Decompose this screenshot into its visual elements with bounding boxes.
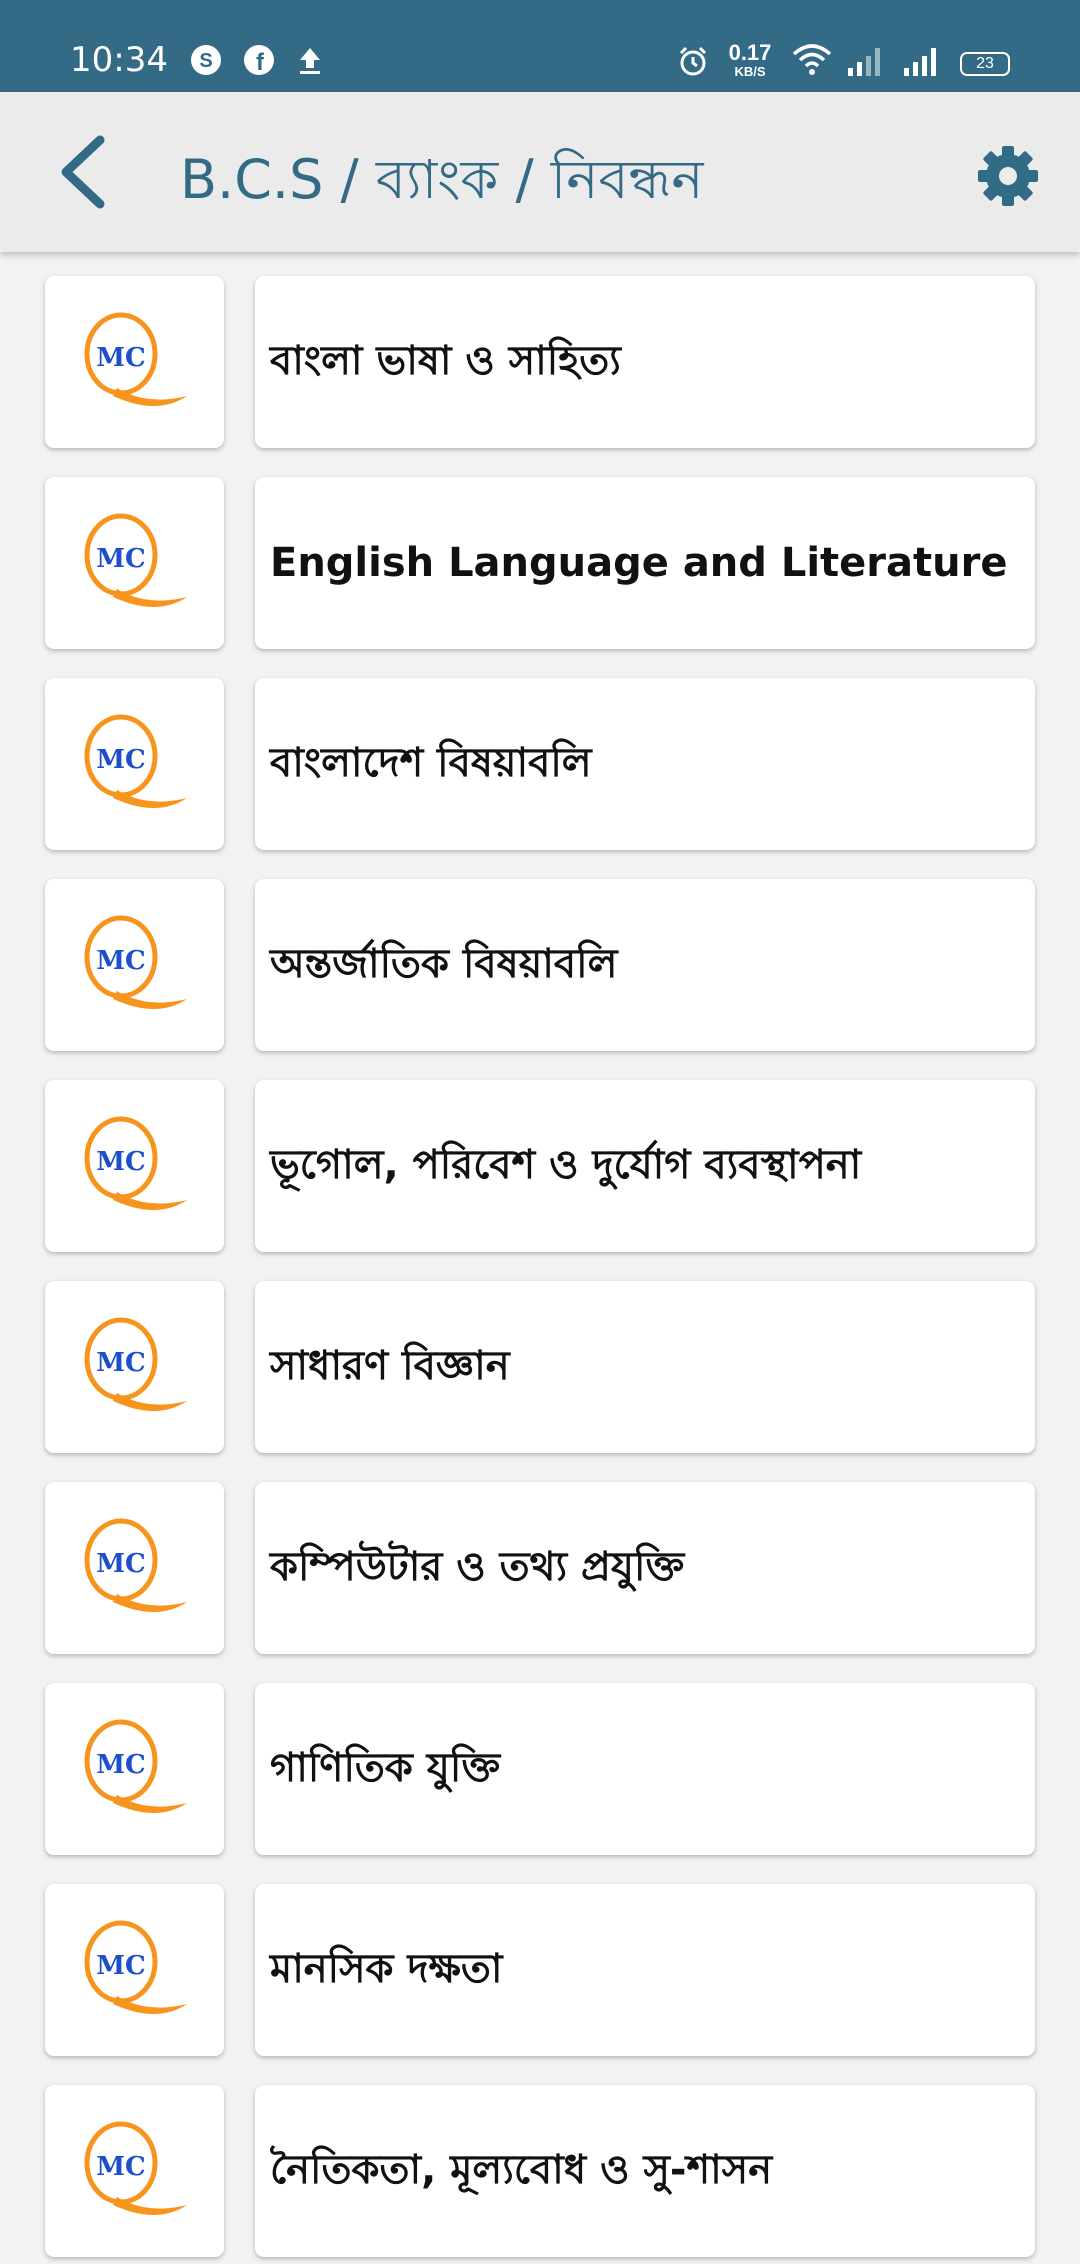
mcq-logo-icon: MC — [84, 1317, 187, 1411]
subject-row[interactable]: MC বাংলাদেশ বিষয়াবলি — [0, 678, 1080, 850]
svg-text:f: f — [256, 49, 265, 76]
skype-icon: S — [190, 44, 222, 80]
gear-icon — [978, 146, 1038, 206]
battery-indicator: 23 — [960, 52, 1010, 76]
svg-text:MC: MC — [96, 745, 145, 775]
svg-text:MC: MC — [96, 1750, 145, 1780]
signal-icon-sim1 — [846, 44, 882, 82]
mcq-logo-icon: MC — [84, 1116, 187, 1210]
subject-row[interactable]: MC মানসিক দক্ষতা — [0, 1884, 1080, 2056]
settings-button[interactable] — [972, 140, 1044, 212]
svg-text:MC: MC — [96, 544, 145, 574]
mcq-logo-icon: MC — [84, 513, 187, 607]
facebook-icon: f — [243, 44, 275, 80]
mcq-logo-card: MC — [45, 678, 224, 850]
subject-card[interactable]: বাংলা ভাষা ও সাহিত্য — [255, 276, 1035, 448]
subject-row[interactable]: MC বাংলা ভাষা ও সাহিত্য — [0, 276, 1080, 448]
net-speed-unit: KB/S — [734, 64, 766, 79]
subject-label: English Language and Literature — [270, 540, 1008, 586]
net-speed-value: 0.17 — [728, 40, 772, 65]
mcq-logo-icon: MC — [84, 1518, 187, 1612]
subject-row[interactable]: MC গাণিতিক যুক্তি — [0, 1683, 1080, 1855]
signal-icon-sim2 — [902, 44, 938, 82]
subject-label: কম্পিউটার ও তথ্য প্রযুক্তি — [270, 1543, 685, 1590]
status-bar: 10:34 S f 0.17 KB/S 23 — [0, 0, 1080, 92]
svg-text:MC: MC — [96, 343, 145, 373]
mcq-logo-card: MC — [45, 879, 224, 1051]
mcq-logo-card: MC — [45, 1281, 224, 1453]
subject-label: বাংলা ভাষা ও সাহিত্য — [270, 337, 621, 384]
mcq-logo-card: MC — [45, 477, 224, 649]
wifi-icon — [792, 42, 832, 80]
mcq-logo-card: MC — [45, 1683, 224, 1855]
subject-row[interactable]: MC অন্তর্জাতিক বিষয়াবলি — [0, 879, 1080, 1051]
mcq-logo-card: MC — [45, 1080, 224, 1252]
subject-card[interactable]: নৈতিকতা, মূল্যবোধ ও সু-শাসন — [255, 2085, 1035, 2257]
net-speed: 0.17 KB/S — [722, 40, 778, 79]
back-button[interactable] — [48, 132, 124, 212]
mcq-logo-icon: MC — [84, 312, 187, 406]
svg-text:MC: MC — [96, 946, 145, 976]
mcq-logo-card: MC — [45, 276, 224, 448]
subject-label: অন্তর্জাতিক বিষয়াবলি — [270, 940, 618, 987]
mcq-logo-icon: MC — [84, 714, 187, 808]
subject-card[interactable]: মানসিক দক্ষতা — [255, 1884, 1035, 2056]
status-time: 10:34 — [70, 40, 168, 80]
mcq-logo-icon: MC — [84, 1719, 187, 1813]
mcq-logo-card: MC — [45, 2085, 224, 2257]
mcq-logo-card: MC — [45, 1884, 224, 2056]
svg-text:MC: MC — [96, 1951, 145, 1981]
subject-card[interactable]: ভূগোল, পরিবেশ ও দুর্যোগ ব্যবস্থাপনা — [255, 1080, 1035, 1252]
svg-text:S: S — [199, 50, 212, 72]
subject-card[interactable]: বাংলাদেশ বিষয়াবলি — [255, 678, 1035, 850]
svg-text:MC: MC — [96, 2152, 145, 2182]
subject-card[interactable]: সাধারণ বিজ্ঞান — [255, 1281, 1035, 1453]
mcq-logo-icon: MC — [84, 2121, 187, 2215]
subject-row[interactable]: MC নৈতিকতা, মূল্যবোধ ও সু-শাসন — [0, 2085, 1080, 2257]
subject-card[interactable]: English Language and Literature — [255, 477, 1035, 649]
subject-row[interactable]: MC সাধারণ বিজ্ঞান — [0, 1281, 1080, 1453]
alarm-icon — [676, 44, 710, 82]
subject-row[interactable]: MC English Language and Literature — [0, 477, 1080, 649]
subject-row[interactable]: MC কম্পিউটার ও তথ্য প্রযুক্তি — [0, 1482, 1080, 1654]
chevron-left-icon — [61, 135, 105, 209]
svg-text:MC: MC — [96, 1348, 145, 1378]
mcq-logo-icon: MC — [84, 915, 187, 1009]
app-bar: B.C.S / ব্যাংক / নিবন্ধন — [0, 92, 1080, 252]
subject-label: গাণিতিক যুক্তি — [270, 1744, 501, 1791]
mcq-logo-icon: MC — [84, 1920, 187, 2014]
subject-label: মানসিক দক্ষতা — [270, 1945, 503, 1992]
subject-label: ভূগোল, পরিবেশ ও দুর্যোগ ব্যবস্থাপনা — [270, 1141, 862, 1188]
mcq-logo-card: MC — [45, 1482, 224, 1654]
subject-label: বাংলাদেশ বিষয়াবলি — [270, 739, 592, 786]
page-title: B.C.S / ব্যাংক / নিবন্ধন — [180, 148, 704, 211]
subject-label: সাধারণ বিজ্ঞান — [270, 1342, 510, 1389]
subject-card[interactable]: অন্তর্জাতিক বিষয়াবলি — [255, 879, 1035, 1051]
subject-card[interactable]: কম্পিউটার ও তথ্য প্রযুক্তি — [255, 1482, 1035, 1654]
svg-text:MC: MC — [96, 1147, 145, 1177]
svg-text:MC: MC — [96, 1549, 145, 1579]
subject-row[interactable]: MC ভূগোল, পরিবেশ ও দুর্যোগ ব্যবস্থাপনা — [0, 1080, 1080, 1252]
subject-label: নৈতিকতা, মূল্যবোধ ও সু-শাসন — [270, 2146, 773, 2193]
upload-icon — [296, 44, 324, 80]
subject-card[interactable]: গাণিতিক যুক্তি — [255, 1683, 1035, 1855]
